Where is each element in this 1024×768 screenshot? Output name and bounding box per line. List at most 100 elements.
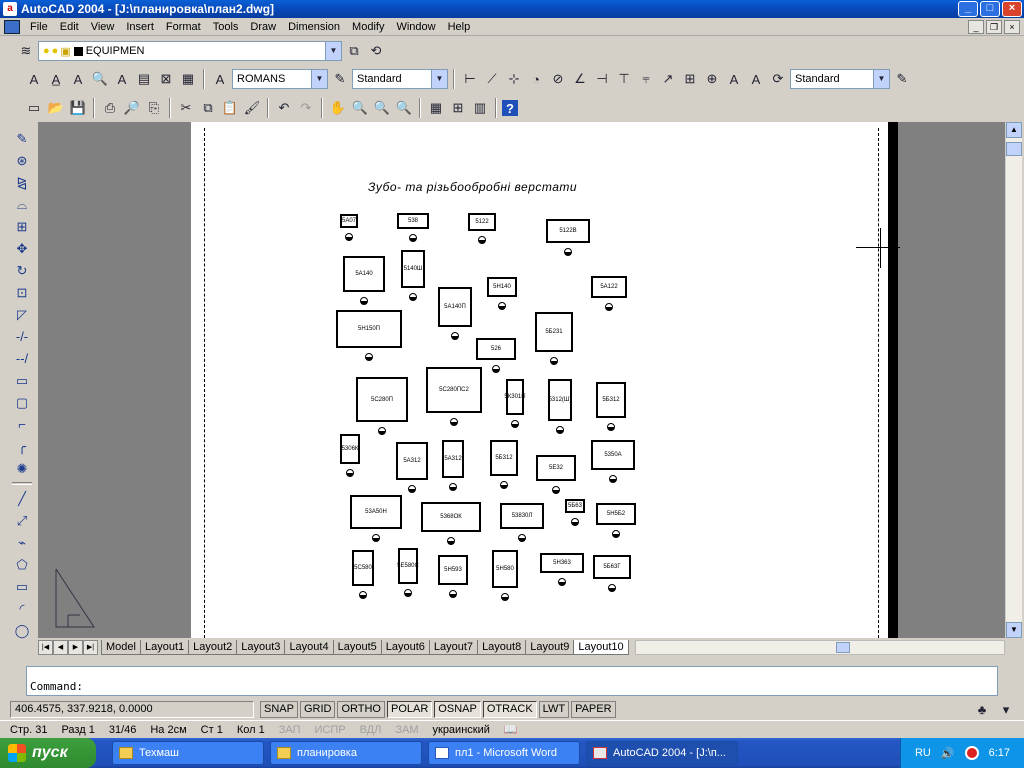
scroll-up-icon[interactable]: ▲ [1006, 122, 1022, 138]
tab-layout3[interactable]: Layout3 [236, 640, 286, 655]
word-trk[interactable]: ИСПР [314, 724, 345, 736]
equipment-block[interactable]: 5А140 [343, 256, 385, 292]
start-button[interactable]: пуск [0, 738, 96, 768]
equipment-block[interactable]: 5С280ПС2 [426, 367, 482, 413]
redo-icon[interactable]: ↷ [296, 98, 316, 118]
angular-dim-icon[interactable]: ∠ [570, 69, 590, 89]
minimize-button[interactable]: _ [958, 1, 978, 17]
spelling-status-icon[interactable]: 📖 [504, 723, 518, 736]
command-line[interactable]: Command: [26, 666, 998, 696]
equipment-block[interactable]: 5А07 [340, 214, 358, 228]
join-icon[interactable]: ▢ [11, 392, 33, 413]
tab-layout10[interactable]: Layout10 [573, 640, 629, 655]
layer-previous-icon[interactable]: ⟲ [366, 41, 386, 61]
tab-layout4[interactable]: Layout4 [284, 640, 334, 655]
autocad-app-icon[interactable]: a [3, 2, 17, 16]
equipment-block[interactable]: 5368ОК [421, 502, 481, 532]
mode-otrack-button[interactable]: OTRACK [482, 701, 537, 718]
coordinates-readout[interactable]: 406.4575, 337.9218, 0.0000 [10, 701, 254, 718]
word-ovr[interactable]: ЗАМ [395, 724, 418, 736]
text-style-combo[interactable]: ROMANS ▼ [232, 69, 328, 89]
clock[interactable]: 6:17 [989, 747, 1010, 759]
offset-icon[interactable]: ⌓ [11, 194, 33, 215]
menu-edit[interactable]: Edit [54, 21, 85, 33]
menu-dimension[interactable]: Dimension [282, 21, 346, 33]
dim-update-icon[interactable]: ⟳ [768, 69, 788, 89]
equipment-block[interactable]: 5А312 [442, 440, 464, 478]
chamfer-icon[interactable]: ⌐ [11, 414, 33, 435]
menu-modify[interactable]: Modify [346, 21, 390, 33]
print-preview-icon[interactable]: 🔎 [122, 98, 142, 118]
chevron-down-icon[interactable]: ▼ [325, 42, 341, 60]
baseline-dim-icon[interactable]: ⊤ [614, 69, 634, 89]
linear-dim-icon[interactable]: ⊢ [460, 69, 480, 89]
equipment-block[interactable]: 5350А [591, 440, 635, 470]
rotate-icon[interactable]: ↻ [11, 260, 33, 281]
scale-icon[interactable]: ⊡ [11, 282, 33, 303]
equipment-block[interactable]: 5306К [340, 434, 360, 464]
maximize-button[interactable]: □ [980, 1, 1000, 17]
equipment-block[interactable]: 5С580 [352, 550, 374, 586]
dim-style-manager-icon[interactable]: ✎ [330, 69, 350, 89]
erase-icon[interactable]: ✎ [11, 128, 33, 149]
polygon-icon[interactable]: ⬠ [11, 554, 33, 575]
horizontal-scroll-thumb[interactable] [835, 642, 850, 653]
construction-line-icon[interactable]: ⤢ [11, 510, 33, 531]
new-file-icon[interactable]: ▭ [24, 98, 44, 118]
antivirus-icon[interactable] [964, 746, 979, 760]
close-button[interactable]: × [1002, 1, 1022, 17]
circle-icon[interactable]: ◯ [11, 620, 33, 641]
equipment-block[interactable]: 5С280П [356, 377, 408, 422]
menu-tools[interactable]: Tools [207, 21, 245, 33]
dim-style-combo[interactable]: Standard ▼ [352, 69, 448, 89]
mirror-icon[interactable]: ⧎ [11, 172, 33, 193]
equipment-block[interactable]: 5К301П [504, 379, 526, 415]
doc-minimize-button[interactable]: _ [968, 19, 984, 34]
print-icon[interactable]: ⎙ [100, 98, 120, 118]
tab-layout9[interactable]: Layout9 [525, 640, 575, 655]
word-rec[interactable]: ЗАП [279, 724, 301, 736]
make-layer-current-icon[interactable]: ⧉ [344, 41, 364, 61]
equipment-block[interactable]: 5Н5Б2 [596, 503, 636, 525]
equipment-block[interactable]: 53А50Н [350, 495, 402, 529]
multiline-text-icon[interactable]: A̲ [46, 69, 66, 89]
ordinate-dim-icon[interactable]: ⊹ [504, 69, 524, 89]
spell-check-icon[interactable]: A [112, 69, 132, 89]
language-indicator[interactable]: RU [915, 747, 931, 759]
dim-style-icon[interactable]: ✎ [892, 69, 912, 89]
tolerance-icon[interactable]: ⊞ [680, 69, 700, 89]
prev-tab-icon[interactable]: ◀ [53, 640, 68, 655]
mode-osnap-button[interactable]: OSNAP [434, 701, 481, 718]
drawing-area[interactable]: Зубо- та різьбообробні верстати 5А07 538 5… [38, 122, 1005, 638]
equipment-block[interactable]: 5140Ш [401, 250, 425, 288]
mode-grid-button[interactable]: GRID [299, 701, 336, 718]
rectangle-icon[interactable]: ▭ [11, 576, 33, 597]
mode-ortho-button[interactable]: ORTHO [337, 701, 385, 718]
explode-icon[interactable]: ✺ [11, 458, 33, 479]
equipment-block[interactable]: 5А312 [396, 442, 428, 480]
tab-layout2[interactable]: Layout2 [188, 640, 238, 655]
status-menu-icon[interactable]: ▾ [996, 700, 1016, 720]
vertical-scrollbar[interactable]: ▲ ▼ [1005, 122, 1022, 638]
sound-icon[interactable]: 🔊 [941, 747, 955, 760]
break-icon[interactable]: ▭ [11, 370, 33, 391]
equipment-block[interactable]: 5312(Ш) [548, 379, 572, 421]
equipment-block[interactable]: 5А122 [591, 276, 627, 298]
tab-layout1[interactable]: Layout1 [139, 640, 190, 655]
array-icon[interactable]: ⊞ [11, 216, 33, 237]
taskbar-item[interactable]: пл1 - Microsoft Word [428, 741, 580, 765]
equipment-block[interactable]: 5А140П [438, 287, 472, 327]
layer-combo[interactable]: ● ● ▣ EQUIPMEN ▼ [38, 41, 342, 61]
text-icon[interactable]: A [24, 69, 44, 89]
equipment-block[interactable]: 5Б63Г [593, 555, 631, 579]
polyline-icon[interactable]: ⌁ [11, 532, 33, 553]
mode-lwt-button[interactable]: LWT [538, 701, 570, 718]
menu-file[interactable]: File [24, 21, 54, 33]
taskbar-item[interactable]: AutoCAD 2004 - [J:\п... [586, 741, 738, 765]
document-icon[interactable] [4, 19, 20, 34]
menu-view[interactable]: View [85, 21, 121, 33]
equipment-block[interactable]: 5Н593 [438, 555, 468, 585]
extend-icon[interactable]: --/ [11, 348, 33, 369]
open-folder-icon[interactable]: 📂 [46, 98, 66, 118]
mode-snap-button[interactable]: SNAP [260, 701, 298, 718]
